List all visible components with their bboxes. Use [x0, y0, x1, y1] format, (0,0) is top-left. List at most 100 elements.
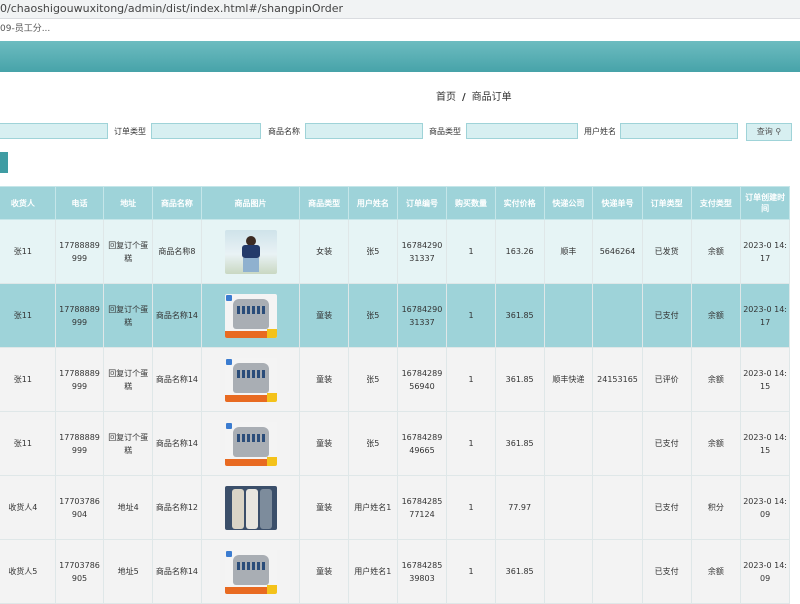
user-name-cell: 用户姓名1 [347, 539, 398, 604]
product-image-kids-sweatshirt[interactable] [224, 293, 277, 338]
add-button[interactable] [0, 152, 8, 173]
product-type-cell: 女装 [299, 219, 349, 284]
product-image-woman-outfit[interactable] [224, 229, 277, 274]
product-image-cell [200, 219, 301, 284]
product-type-cell: 童装 [299, 475, 349, 540]
pay-type-cell: 余额 [690, 539, 742, 604]
receiver-cell: 张11 [0, 411, 56, 476]
column-header: 实付价格 [494, 186, 545, 220]
tracking-cell [592, 539, 643, 604]
order-type-cell: 已支付 [641, 283, 692, 348]
created-time-cell: 2023-0 14:17 [740, 219, 790, 284]
quantity-cell: 1 [446, 539, 496, 604]
pay-type-cell: 余额 [690, 283, 742, 348]
pay-type-cell: 积分 [690, 475, 742, 540]
courier-cell [543, 411, 594, 476]
table-row[interactable]: 张11 17788889999 回复订个蛋糕 商品名称14 童装 张5 1678… [0, 283, 790, 348]
column-header: 购买数量 [446, 186, 496, 220]
product-name-cell: 商品名称12 [152, 475, 202, 540]
user-name-cell: 张5 [347, 219, 398, 284]
column-header: 商品图片 [200, 186, 301, 220]
created-time-cell: 2023-0 14:09 [740, 475, 790, 540]
product-name-label: 商品名称 [268, 127, 300, 136]
tab-strip[interactable]: 09-员工分... [0, 19, 800, 39]
product-name-cell: 商品名称14 [152, 347, 202, 412]
order-type-cell: 已评价 [641, 347, 692, 412]
address-cell: 地址4 [103, 475, 154, 540]
product-image-cell [200, 539, 301, 604]
table-row[interactable]: 收货人4 17703786904 地址4 商品名称12 童装 用户姓名1 167… [0, 475, 790, 540]
product-type-cell: 童装 [299, 283, 349, 348]
created-time-cell: 2023-0 14:15 [740, 411, 790, 476]
order-type-input[interactable] [151, 123, 261, 139]
column-header: 电话 [54, 186, 105, 220]
query-button[interactable]: 查询 ⚲ [746, 123, 792, 141]
product-name-input[interactable] [305, 123, 423, 139]
receiver-cell: 张11 [0, 347, 56, 412]
product-name-cell: 商品名称14 [152, 539, 202, 604]
query-button-label: 查询 [756, 127, 773, 136]
tracking-cell: 5646264 [592, 219, 643, 284]
order-number-cell: 1678428539803 [396, 539, 448, 604]
breadcrumb: 首页 / 商品订单 [436, 88, 512, 103]
column-header: 商品名称 [152, 186, 202, 220]
address-cell: 回复订个蛋糕 [103, 347, 154, 412]
table-row[interactable]: 张11 17788889999 回复订个蛋糕 商品名称14 童装 张5 1678… [0, 411, 790, 476]
tab-label: 09-员工分... [0, 24, 51, 34]
order-type-label: 订单类型 [114, 127, 146, 136]
price-cell: 361.85 [494, 411, 545, 476]
pay-type-cell: 余额 [690, 411, 742, 476]
table-header-row: 收货人 电话 地址 商品名称 商品图片 商品类型 用户姓名 订单编号 购买数量 … [0, 186, 790, 220]
address-bar[interactable]: 0/chaoshigouwuxitong/admin/dist/index.ht… [0, 0, 800, 19]
pay-type-cell: 余额 [690, 219, 742, 284]
breadcrumb-separator: / [462, 92, 466, 103]
column-header: 订单编号 [396, 186, 448, 220]
user-name-label: 用户姓名 [584, 127, 616, 136]
created-time-cell: 2023-0 14:09 [740, 539, 790, 604]
courier-cell [543, 475, 594, 540]
column-header: 快递单号 [592, 186, 643, 220]
user-name-cell: 用户姓名1 [347, 475, 398, 540]
table-row[interactable]: 收货人5 17703786905 地址5 商品名称14 童装 用户姓名1 167… [0, 539, 790, 604]
courier-cell: 顺丰快递 [543, 347, 594, 412]
created-time-cell: 2023-0 14:17 [740, 283, 790, 348]
product-type-label: 商品类型 [429, 127, 461, 136]
price-cell: 163.26 [494, 219, 545, 284]
product-image-cell [200, 283, 301, 348]
receiver-search-input[interactable] [0, 123, 108, 139]
product-image-kids-pants[interactable] [224, 485, 277, 530]
table-row[interactable]: 张11 17788889999 回复订个蛋糕 商品名称14 童装 张5 1678… [0, 347, 790, 412]
phone-cell: 17703786905 [54, 539, 105, 604]
order-number-cell: 1678429031337 [396, 219, 448, 284]
product-type-cell: 童装 [299, 539, 349, 604]
courier-cell: 顺丰 [543, 219, 594, 284]
order-type-cell: 已支付 [641, 475, 692, 540]
product-image-kids-sweatshirt[interactable] [224, 549, 277, 594]
product-image-cell [200, 411, 301, 476]
address-cell: 地址5 [103, 539, 154, 604]
search-icon: ⚲ [775, 127, 782, 136]
breadcrumb-home[interactable]: 首页 [436, 92, 456, 103]
product-image-cell [200, 475, 301, 540]
user-name-input[interactable] [620, 123, 738, 139]
courier-cell [543, 539, 594, 604]
receiver-cell: 张11 [0, 219, 56, 284]
column-header: 订单创建时间 [740, 186, 790, 220]
product-type-cell: 童装 [299, 347, 349, 412]
order-type-cell: 已发货 [641, 219, 692, 284]
product-name-cell: 商品名称8 [152, 219, 202, 284]
product-name-cell: 商品名称14 [152, 283, 202, 348]
table-row[interactable]: 张11 17788889999 回复订个蛋糕 商品名称8 女装 张5 16784… [0, 219, 790, 284]
product-image-kids-sweatshirt[interactable] [224, 357, 277, 402]
phone-cell: 17788889999 [54, 411, 105, 476]
product-type-input[interactable] [466, 123, 578, 139]
tracking-cell: 24153165 [592, 347, 643, 412]
quantity-cell: 1 [446, 411, 496, 476]
product-image-kids-sweatshirt[interactable] [224, 421, 277, 466]
product-image-cell [200, 347, 301, 412]
quantity-cell: 1 [446, 475, 496, 540]
column-header: 地址 [103, 186, 154, 220]
courier-cell [543, 283, 594, 348]
created-time-cell: 2023-0 14:15 [740, 347, 790, 412]
order-number-cell: 1678428956940 [396, 347, 448, 412]
